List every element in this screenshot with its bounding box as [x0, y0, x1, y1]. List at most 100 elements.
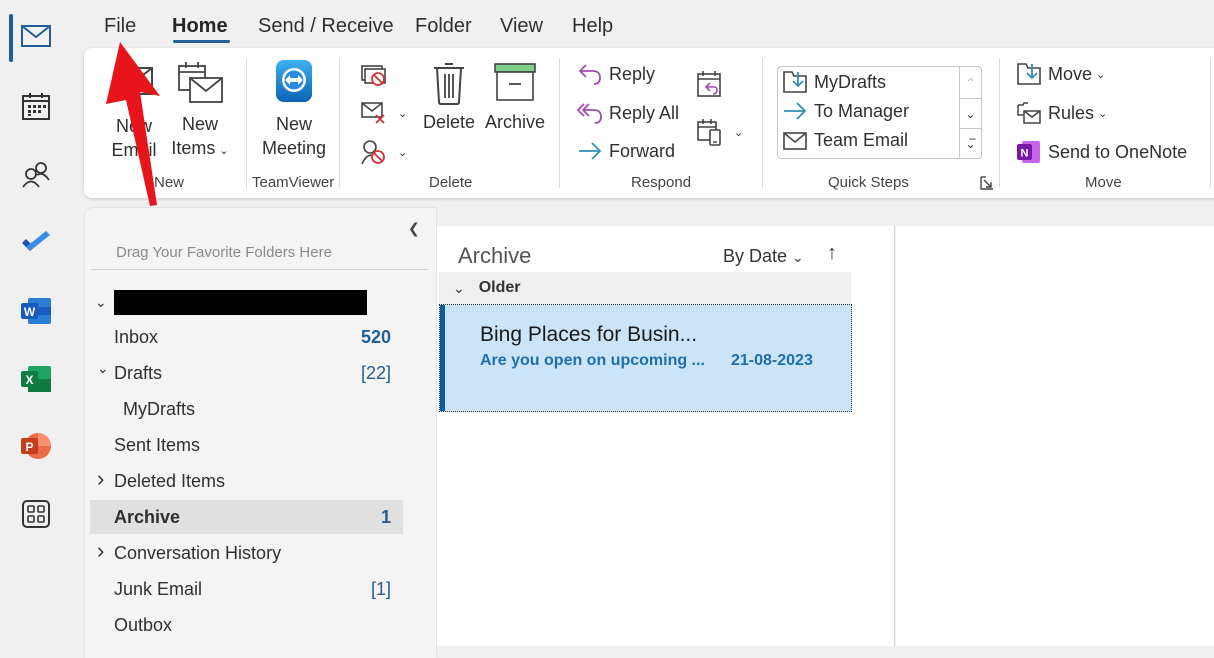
tab-help[interactable]: Help	[572, 15, 613, 38]
folder-item-mydrafts[interactable]: MyDrafts	[90, 392, 403, 426]
svg-text:W: W	[24, 305, 36, 319]
move-button[interactable]: Move ⌄	[1016, 62, 1105, 86]
folder-item-outbox[interactable]: Outbox	[90, 608, 403, 642]
teams-meeting-button[interactable]: ⌄	[696, 118, 743, 146]
sort-by-button[interactable]: By Date ⌄	[723, 246, 804, 267]
clean-up-button[interactable]: ⌄	[360, 101, 407, 125]
message-sender: Bing Places for Busin...	[480, 323, 698, 346]
svg-text:P: P	[25, 440, 33, 454]
quick-step-to-manager[interactable]: To Manager	[782, 100, 909, 122]
app-word[interactable]: W	[18, 293, 54, 329]
ribbon: New Email New Items ⌄ New New Meeting Tea…	[84, 48, 1214, 198]
folder-pane: ❮ Drag Your Favorite Folders Here ⌄ Inbo…	[85, 208, 436, 658]
folder-item-drafts[interactable]: ⌄ Drafts [22]	[90, 356, 403, 390]
forward-button[interactable]: Forward	[577, 140, 675, 162]
forward-label: Forward	[609, 140, 676, 161]
tab-home[interactable]: Home	[172, 15, 228, 38]
group-label-quick-steps: Quick Steps	[828, 174, 909, 191]
new-email-label-1: New	[115, 116, 152, 136]
new-items-label-2: Items ⌄	[171, 136, 228, 163]
group-label-teamviewer: TeamViewer	[252, 174, 335, 191]
chevron-down-icon: ⌄	[1096, 68, 1106, 81]
tab-folder[interactable]: Folder	[415, 15, 472, 38]
new-email-button[interactable]: New Email	[104, 62, 164, 162]
mail-icon	[21, 25, 51, 47]
app-more-apps[interactable]	[18, 496, 54, 532]
ignore-icon	[361, 65, 386, 86]
gallery-scroll-down[interactable]: ⌄	[959, 98, 981, 129]
word-icon: W	[21, 298, 51, 324]
new-items-icon	[178, 62, 223, 103]
message-item[interactable]: Bing Places for Busin... Are you open on…	[439, 304, 852, 412]
folder-name: Outbox	[114, 614, 173, 635]
tab-view[interactable]: View	[500, 15, 543, 38]
new-meeting-label-1: New	[275, 114, 312, 134]
message-list-title: Archive	[458, 243, 532, 268]
folder-item-junk-email[interactable]: Junk Email [1]	[90, 572, 403, 606]
junk-button[interactable]: ⌄	[360, 138, 407, 166]
gallery-scroll-up[interactable]: ⌃	[959, 67, 981, 98]
new-items-button[interactable]: New Items ⌄	[171, 60, 229, 163]
reply-with-meeting-button[interactable]	[696, 70, 730, 98]
folder-item-sent-items[interactable]: Sent Items	[90, 428, 403, 462]
quick-steps-dialog-launcher[interactable]	[980, 176, 994, 190]
folder-name: Archive	[114, 506, 181, 527]
forward-arrow-icon	[579, 142, 602, 160]
chevron-right-icon[interactable]: ›	[97, 538, 104, 564]
active-tab-indicator	[173, 40, 230, 43]
folder-name: Junk Email	[114, 578, 203, 599]
gallery-expand[interactable]: ⌄̅	[959, 128, 981, 159]
app-excel[interactable]: X	[18, 361, 54, 397]
app-calendar[interactable]	[18, 88, 54, 124]
folder-count: 1	[380, 506, 391, 527]
trash-icon	[434, 63, 464, 105]
sort-direction-button[interactable]: ↑	[827, 242, 837, 265]
rules-button[interactable]: Rules ⌄	[1016, 101, 1107, 125]
group-label-respond: Respond	[631, 174, 692, 191]
quick-step-team-email[interactable]: Team Email	[782, 130, 908, 151]
folder-item-inbox[interactable]: Inbox 520	[90, 320, 403, 354]
archive-button[interactable]: Archive	[484, 62, 546, 134]
teamviewer-icon	[276, 60, 312, 102]
reply-all-button[interactable]: Reply All	[577, 101, 679, 125]
chevron-down-icon: ⌄	[95, 293, 107, 310]
reply-button[interactable]: Reply	[577, 62, 655, 86]
group-label-move: Move	[1085, 174, 1122, 191]
chevron-down-icon: ⌄	[219, 145, 229, 157]
favorites-divider	[91, 269, 428, 270]
ignore-button[interactable]	[360, 64, 394, 88]
chevron-left-icon: ❮	[408, 220, 420, 236]
app-mail[interactable]	[18, 18, 54, 54]
app-people[interactable]	[18, 157, 54, 193]
folder-item-archive[interactable]: Archive 1	[90, 500, 403, 534]
archive-label: Archive	[484, 112, 546, 132]
folder-name: Inbox	[114, 326, 159, 347]
group-separator	[999, 58, 1000, 188]
clean-up-icon	[361, 102, 385, 124]
apps-grid-icon	[22, 500, 50, 528]
tab-file[interactable]: File	[104, 15, 136, 38]
folder-name: Deleted Items	[114, 470, 226, 491]
sort-label: By Date	[723, 246, 788, 266]
calendar-icon	[22, 93, 50, 120]
folder-name: Conversation History	[114, 542, 282, 563]
chevron-right-icon[interactable]: ›	[97, 466, 104, 492]
tab-send-receive[interactable]: Send / Receive	[258, 15, 394, 38]
reply-all-icon	[577, 103, 602, 124]
chevron-down-icon[interactable]: ⌄	[97, 360, 109, 377]
folder-item-deleted-items[interactable]: › Deleted Items	[90, 464, 403, 498]
group-header-older[interactable]: ⌄ Older	[439, 272, 851, 304]
chevron-down-icon: ⌄	[1098, 107, 1108, 120]
folder-count: 520	[360, 326, 391, 347]
app-todo[interactable]	[18, 224, 54, 260]
chevron-down-icon: ⌄	[398, 146, 408, 159]
collapse-pane-button[interactable]: ❮	[408, 220, 420, 237]
quick-step-mydrafts[interactable]: MyDrafts	[782, 70, 886, 94]
folder-item-conversation-history[interactable]: › Conversation History	[90, 536, 403, 570]
account-header[interactable]: ⌄	[90, 285, 403, 319]
todo-icon	[22, 231, 50, 251]
new-meeting-button[interactable]: New Meeting	[259, 58, 329, 160]
send-to-onenote-button[interactable]: N Send to OneNote	[1016, 140, 1187, 164]
delete-button[interactable]: Delete	[422, 60, 476, 134]
app-powerpoint[interactable]: P	[18, 428, 54, 464]
